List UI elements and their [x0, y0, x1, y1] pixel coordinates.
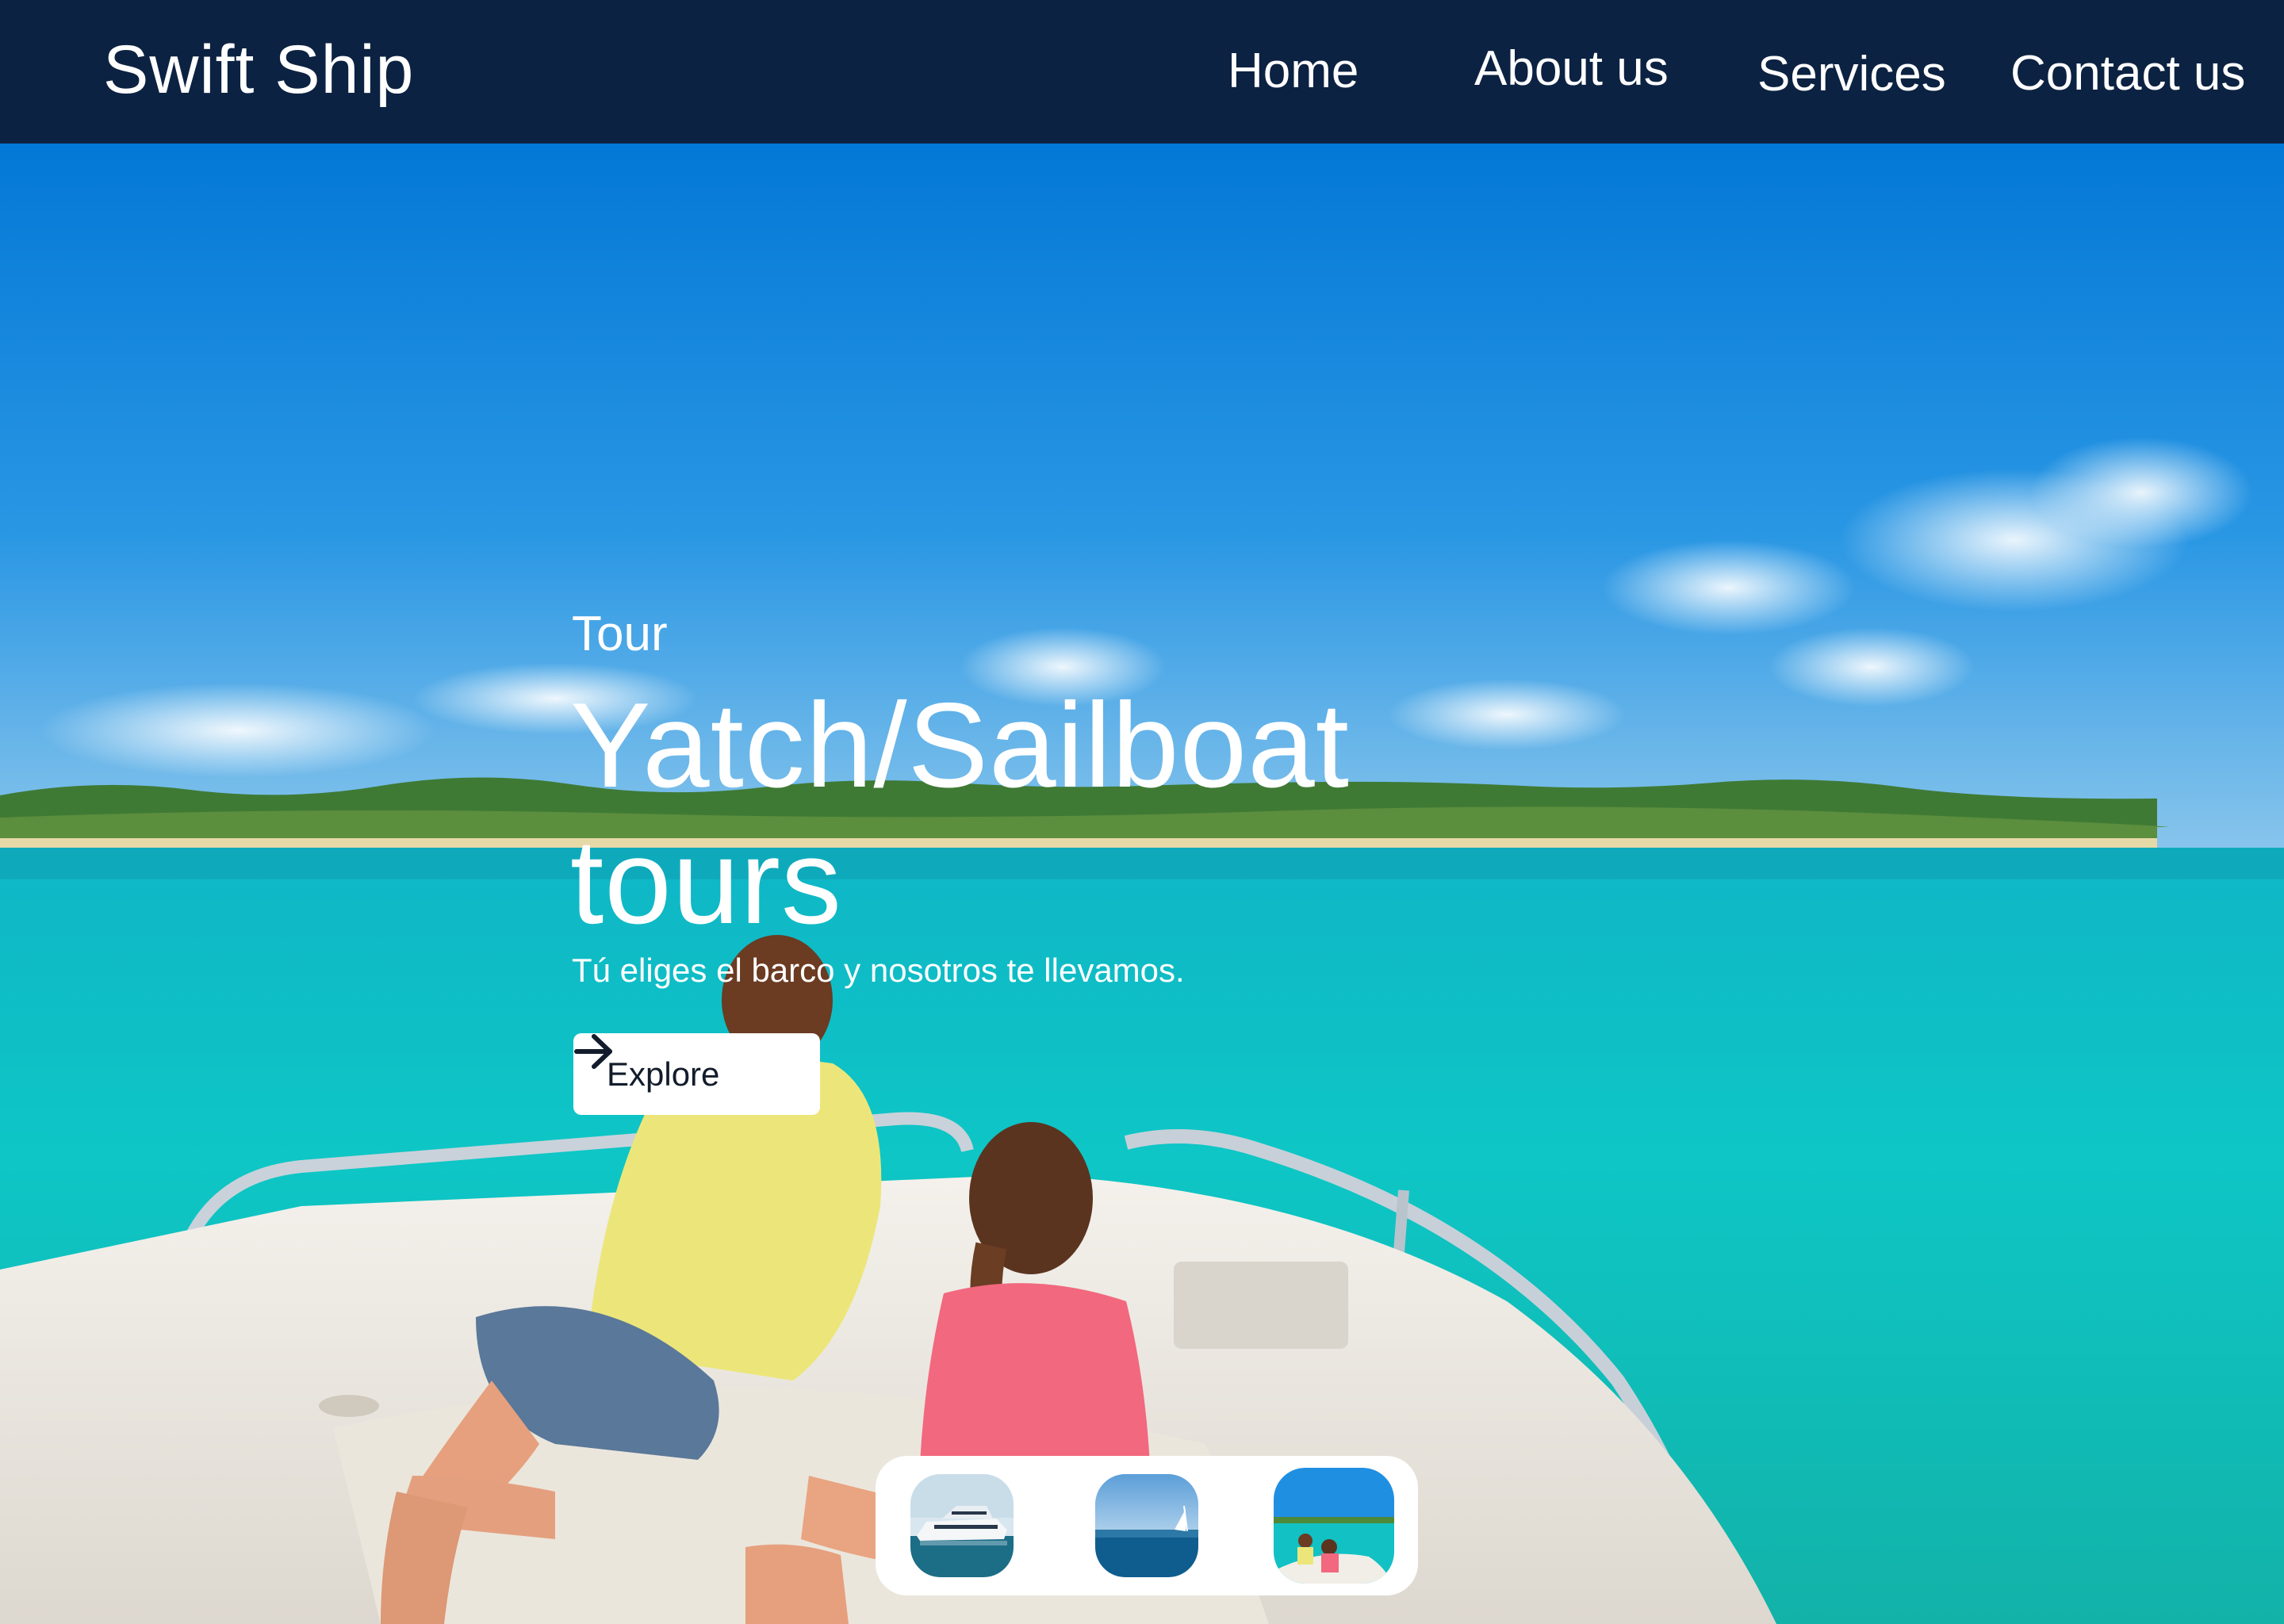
sailboat-thumbnail[interactable] — [1095, 1474, 1198, 1577]
nav-about-link[interactable]: About us — [1474, 37, 1669, 101]
nav-home-link[interactable]: Home — [1228, 40, 1359, 103]
brand-logo[interactable]: Swift Ship — [103, 30, 414, 109]
hero-subtitle: Tú eliges el barco y nosotros te llevamo… — [572, 952, 1185, 989]
nav-contact-link[interactable]: Contact us — [2010, 42, 2245, 105]
arrow-right-icon — [574, 1034, 612, 1069]
hero-eyebrow: Tour — [572, 607, 668, 661]
explore-button-label: Explore — [607, 1055, 720, 1093]
kids-on-boat-thumbnail[interactable] — [1274, 1468, 1394, 1584]
explore-button[interactable]: Explore — [573, 1033, 820, 1115]
top-navbar: Swift Ship Home About us Services Contac… — [0, 0, 2284, 144]
thumbnail-strip — [876, 1456, 1418, 1595]
nav-services-link[interactable]: Services — [1757, 43, 1946, 106]
hero-headline: Yatch/Sailboat tours — [570, 678, 1350, 949]
hero-banner: Tour Yatch/Sailboat tours Tú eliges el b… — [0, 144, 2284, 1624]
yacht-thumbnail[interactable] — [910, 1474, 1014, 1577]
